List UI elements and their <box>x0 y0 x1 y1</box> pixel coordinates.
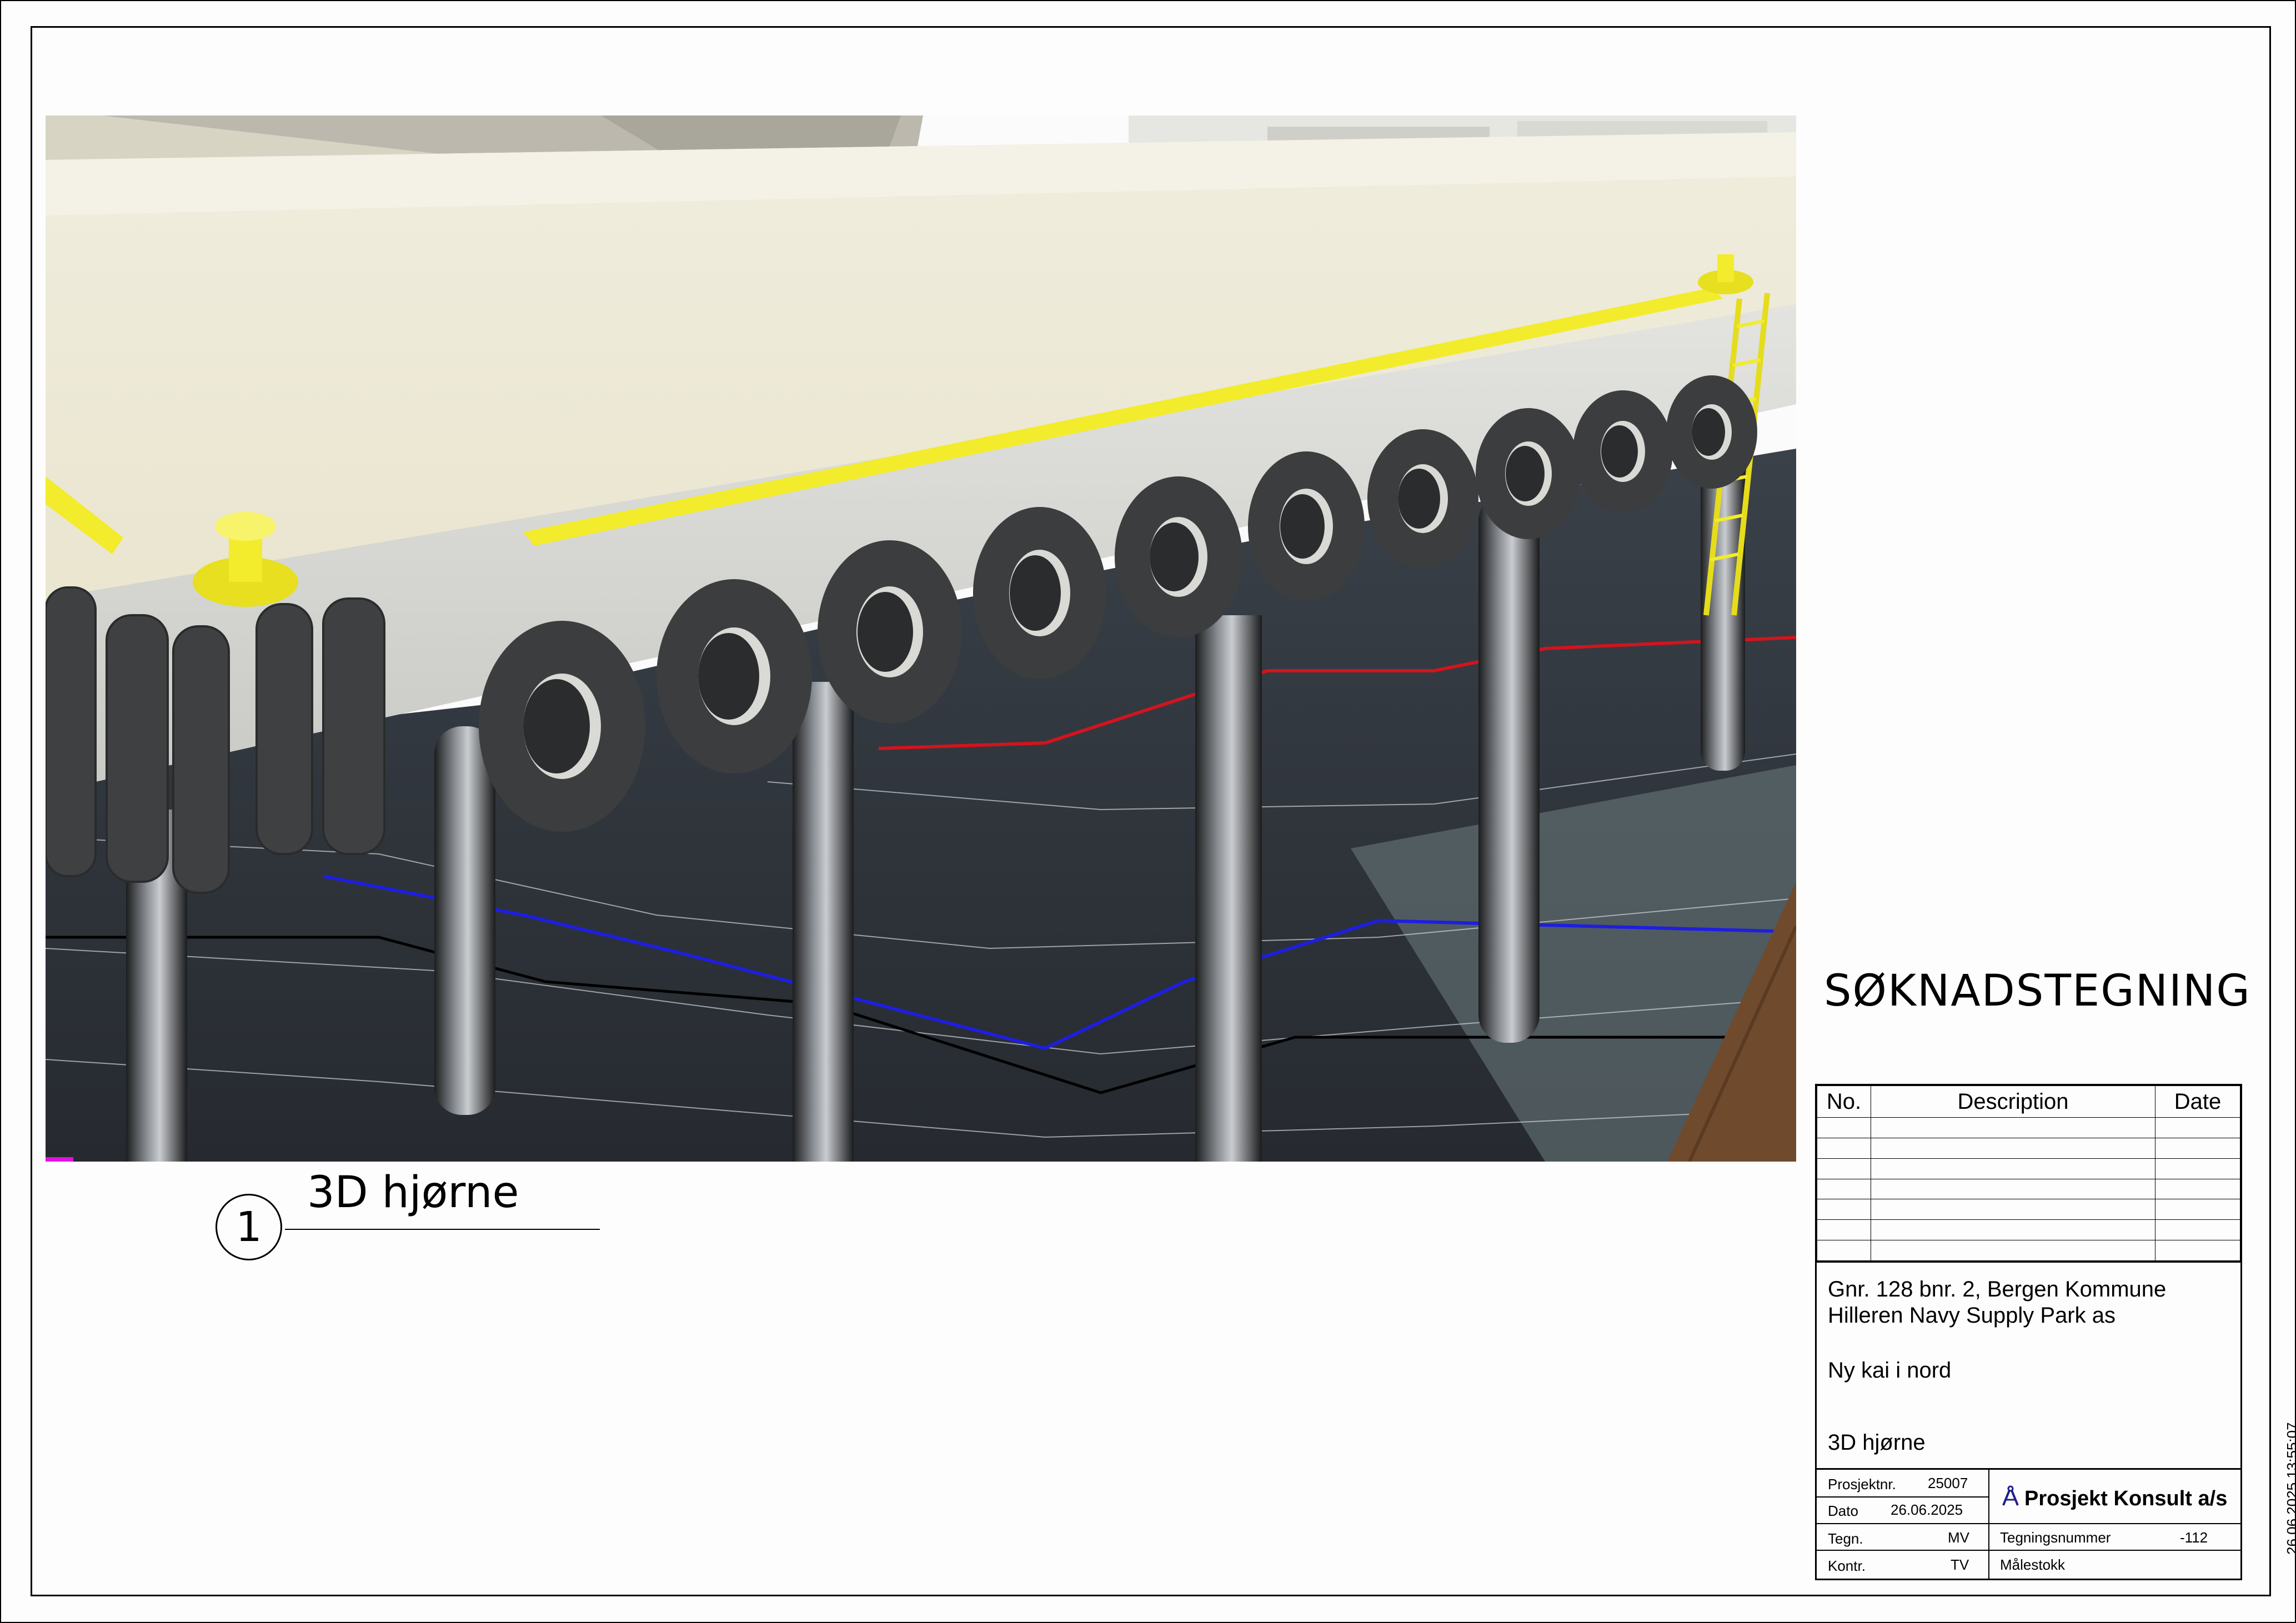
prosjektnr-label: Prosjektnr. <box>1828 1476 1896 1493</box>
revision-row <box>1817 1117 2240 1138</box>
revision-row <box>1817 1199 2240 1220</box>
drawing-title-text: 3D hjørne <box>1828 1430 1926 1455</box>
print-timestamp: 26.06.2025 13:55:07 <box>2284 1422 2296 1555</box>
revision-header-no: No. <box>1817 1086 1871 1118</box>
revision-header-row: No. Description Date <box>1817 1086 2240 1118</box>
project-info-block: Gnr. 128 bnr. 2, Bergen Kommune Hilleren… <box>1815 1261 2242 1470</box>
revision-row <box>1817 1158 2240 1179</box>
project-name-text: Ny kai i nord <box>1828 1358 1952 1383</box>
malestokk-label: Målestokk <box>2000 1556 2066 1573</box>
drawing-status: SØKNADSTEGNING <box>1824 966 2251 1016</box>
view-title: 3D hjørne <box>307 1168 519 1218</box>
kontr-label: Kontr. <box>1828 1557 1866 1574</box>
dato-value: 26.06.2025 <box>1891 1501 1963 1518</box>
3d-render-view <box>46 115 1796 1162</box>
revision-header-description: Description <box>1871 1086 2155 1118</box>
meta-divider <box>1817 1550 2240 1551</box>
title-block-meta: Prosjektnr. 25007 Dato 26.06.2025 Tegn. … <box>1815 1468 2242 1580</box>
tegningsnummer-label: Tegningsnummer <box>2000 1529 2111 1546</box>
dato-label: Dato <box>1828 1503 1858 1519</box>
revision-row <box>1817 1137 2240 1159</box>
revision-row <box>1817 1219 2240 1241</box>
property-text: Gnr. 128 bnr. 2, Bergen Kommune <box>1828 1277 2167 1302</box>
prosjektnr-value: 25007 <box>1928 1475 1968 1491</box>
client-text: Hilleren Navy Supply Park as <box>1828 1303 2115 1328</box>
revision-table: No. Description Date <box>1815 1084 2242 1263</box>
view-number: 1 <box>215 1194 282 1260</box>
company-logo: Prosjekt Konsult a/s <box>2001 1485 2227 1512</box>
compass-icon <box>2001 1485 2020 1512</box>
revision-row <box>1817 1240 2240 1261</box>
meta-divider <box>1817 1523 2240 1524</box>
tegningsnummer-value: -112 <box>2180 1529 2208 1546</box>
kontr-value: TV <box>1951 1556 1969 1573</box>
meta-divider <box>1988 1470 1989 1579</box>
tegn-label: Tegn. <box>1828 1530 1863 1547</box>
view-label: 1 3D hjørne <box>215 1157 600 1268</box>
meta-divider <box>1817 1496 1988 1498</box>
revision-header-date: Date <box>2155 1086 2240 1118</box>
tegn-value: MV <box>1948 1529 1969 1546</box>
revision-row <box>1817 1178 2240 1200</box>
view-title-underline <box>285 1229 600 1230</box>
company-name: Prosjekt Konsult a/s <box>2024 1486 2228 1510</box>
